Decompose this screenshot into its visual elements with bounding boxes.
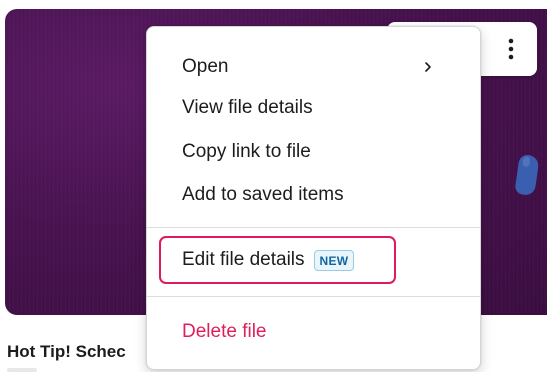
- menu-item-view-file-details[interactable]: View file details: [147, 89, 480, 127]
- menu-item-label: View file details: [182, 97, 313, 118]
- vertical-ellipsis-icon: [508, 38, 514, 60]
- menu-item-label: Copy link to file: [182, 141, 311, 162]
- menu-item-label: Delete file: [182, 321, 267, 342]
- menu-item-label: Add to saved items: [182, 184, 344, 205]
- menu-item-open[interactable]: Open: [147, 48, 480, 86]
- new-badge: NEW: [313, 249, 355, 271]
- menu-item-label: Open: [182, 56, 229, 77]
- file-meta-placeholder: [7, 368, 37, 372]
- files-view: Hot Tip! Schec Open View file details Co…: [0, 0, 547, 372]
- menu-divider: [147, 227, 480, 228]
- menu-item-edit-file-details[interactable]: Edit file details NEW: [182, 245, 355, 275]
- menu-item-delete-file[interactable]: Delete file: [147, 313, 480, 351]
- file-context-menu: Open View file details Copy link to file…: [146, 26, 481, 370]
- menu-item-add-to-saved[interactable]: Add to saved items: [147, 176, 480, 214]
- menu-divider: [147, 296, 480, 297]
- preview-graphic: [514, 153, 540, 197]
- menu-item-copy-link[interactable]: Copy link to file: [147, 133, 480, 171]
- chevron-right-icon: [425, 62, 431, 72]
- menu-item-label: Edit file details: [182, 249, 305, 270]
- more-actions-button[interactable]: [493, 30, 529, 68]
- file-title[interactable]: Hot Tip! Schec: [7, 342, 126, 362]
